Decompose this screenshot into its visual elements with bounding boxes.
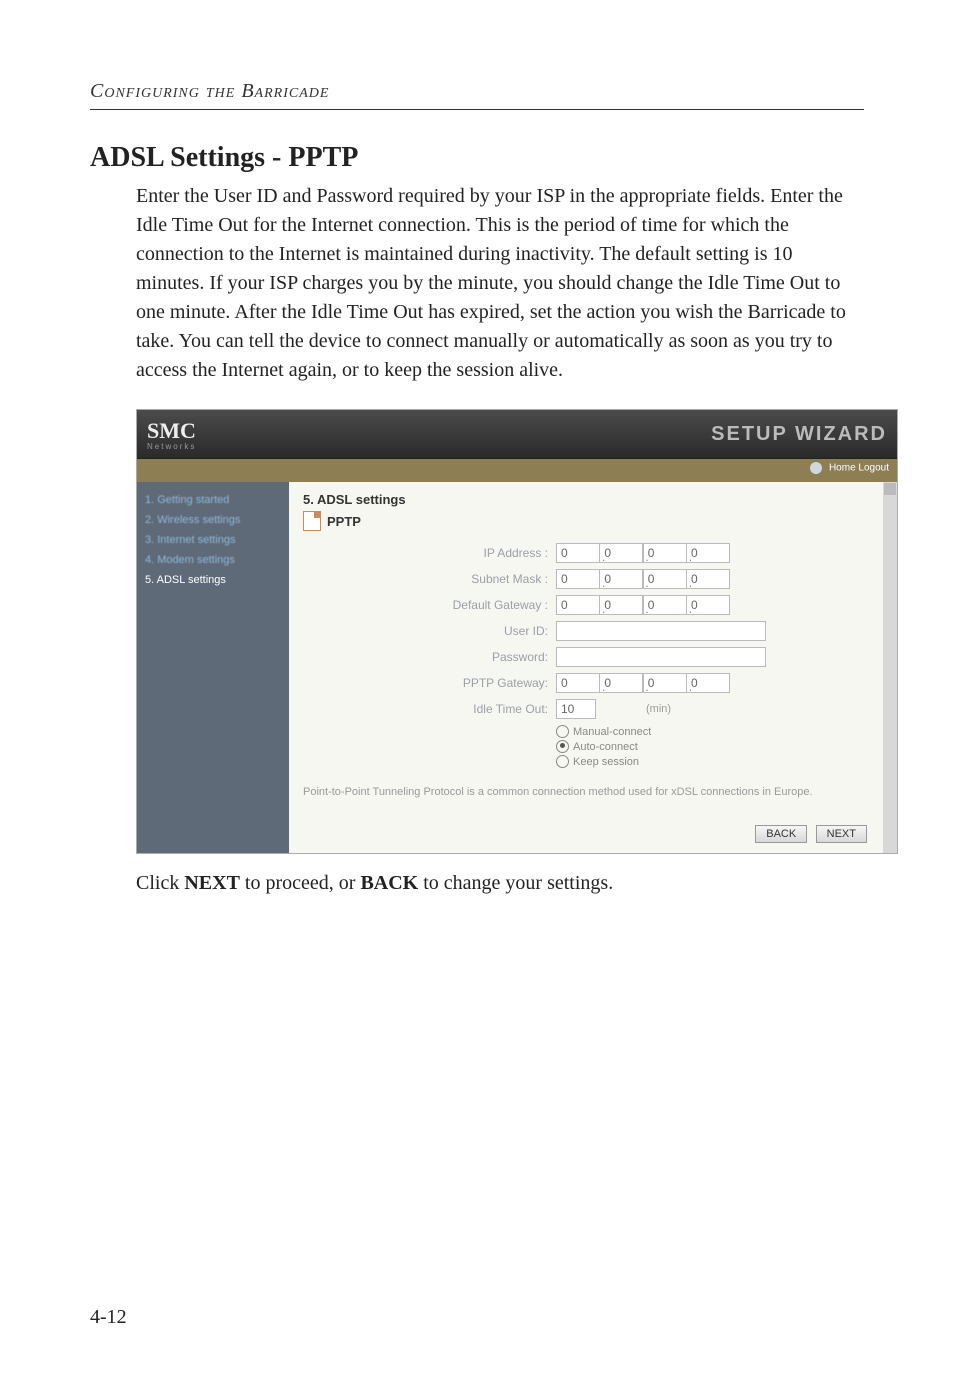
radio-auto-connect[interactable]: Auto-connect [556,740,873,753]
router-screenshot: SMC Networks SETUP WIZARD Home Logout 1.… [136,409,898,854]
body-paragraph: Enter the User ID and Password required … [136,182,864,385]
idle-time-out-label: Idle Time Out: [433,702,556,716]
ip-address-input-1[interactable]: 0 [556,543,600,563]
password-input[interactable] [556,647,766,667]
section-title: ADSL Settings - PPTP [90,142,864,174]
pptp-input-1[interactable]: 0 [556,673,600,693]
scrollbar[interactable] [883,482,897,853]
idle-time-out-input[interactable]: 10 [556,699,596,719]
subnet-input-3[interactable]: 0 [643,569,687,589]
pptp-input-4[interactable]: 0 [686,673,730,693]
ip-address-input-4[interactable]: 0 [686,543,730,563]
subnet-input-1[interactable]: 0 [556,569,600,589]
sidebar: 1. Getting started 2. Wireless settings … [137,482,289,853]
ip-address-input-2[interactable]: 0 [599,543,643,563]
radio-icon [556,755,569,768]
row-pptp-gateway: PPTP Gateway: 0. 0. 0. 0 [433,673,873,693]
content-pane: 5. ADSL settings PPTP IP Address : 0. 0.… [289,482,883,853]
pptp-input-2[interactable]: 0 [599,673,643,693]
sidebar-item-wireless[interactable]: 2. Wireless settings [143,510,283,530]
globe-icon [810,462,822,474]
radio-auto-label: Auto-connect [573,741,638,753]
subtype-label: PPTP [327,514,361,529]
logo-subtext: Networks [147,442,196,451]
row-default-gateway: Default Gateway : 0. 0. 0. 0 [433,595,873,615]
after-paragraph: Click NEXT to proceed, or BACK to change… [136,872,864,895]
toplinks-bar: Home Logout [137,459,897,482]
sidebar-item-internet[interactable]: 3. Internet settings [143,530,283,550]
gateway-input-3[interactable]: 0 [643,595,687,615]
running-head: Configuring the Barricade [90,80,864,103]
sidebar-item-adsl[interactable]: 5. ADSL settings [143,570,283,590]
topbar: SMC Networks SETUP WIZARD [137,410,897,459]
back-button[interactable]: BACK [755,825,807,843]
row-password: Password: [433,647,873,667]
row-user-id: User ID: [433,621,873,641]
ip-address-input-3[interactable]: 0 [643,543,687,563]
radio-manual-label: Manual-connect [573,726,651,738]
sidebar-item-modem[interactable]: 4. Modem settings [143,550,283,570]
divider [90,109,864,110]
content-subtype: PPTP [303,511,873,531]
document-icon [303,511,321,531]
gateway-input-4[interactable]: 0 [686,595,730,615]
ip-address-label: IP Address : [433,546,556,560]
radio-icon [556,740,569,753]
row-idle-time-out: Idle Time Out: 10 (min) [433,699,873,719]
user-id-input[interactable] [556,621,766,641]
logo-block: SMC Networks [147,418,196,451]
gateway-input-1[interactable]: 0 [556,595,600,615]
button-row: BACK NEXT [303,824,873,843]
page-number: 4-12 [90,1306,127,1329]
subnet-input-4[interactable]: 0 [686,569,730,589]
next-button[interactable]: NEXT [816,825,867,843]
toplinks[interactable]: Home Logout [829,463,889,474]
sidebar-item-getting-started[interactable]: 1. Getting started [143,490,283,510]
wizard-title: SETUP WIZARD [711,423,887,446]
form-area: IP Address : 0. 0. 0. 0 Subnet Mask : 0.… [433,543,873,768]
footnote: Point-to-Point Tunneling Protocol is a c… [303,786,873,798]
gateway-input-2[interactable]: 0 [599,595,643,615]
pptp-input-3[interactable]: 0 [643,673,687,693]
radio-icon [556,725,569,738]
row-subnet-mask: Subnet Mask : 0. 0. 0. 0 [433,569,873,589]
radio-keep-label: Keep session [573,756,639,768]
subnet-input-2[interactable]: 0 [599,569,643,589]
logo: SMC [147,418,196,443]
radio-keep-session[interactable]: Keep session [556,755,873,768]
password-label: Password: [433,650,556,664]
scroll-up-icon [884,483,896,495]
row-ip-address: IP Address : 0. 0. 0. 0 [433,543,873,563]
idle-time-out-unit: (min) [646,703,671,715]
content-title: 5. ADSL settings [303,492,873,507]
pptp-gateway-label: PPTP Gateway: [433,676,556,690]
subnet-mask-label: Subnet Mask : [433,572,556,586]
radio-manual-connect[interactable]: Manual-connect [556,725,873,738]
default-gateway-label: Default Gateway : [433,598,556,612]
user-id-label: User ID: [433,624,556,638]
